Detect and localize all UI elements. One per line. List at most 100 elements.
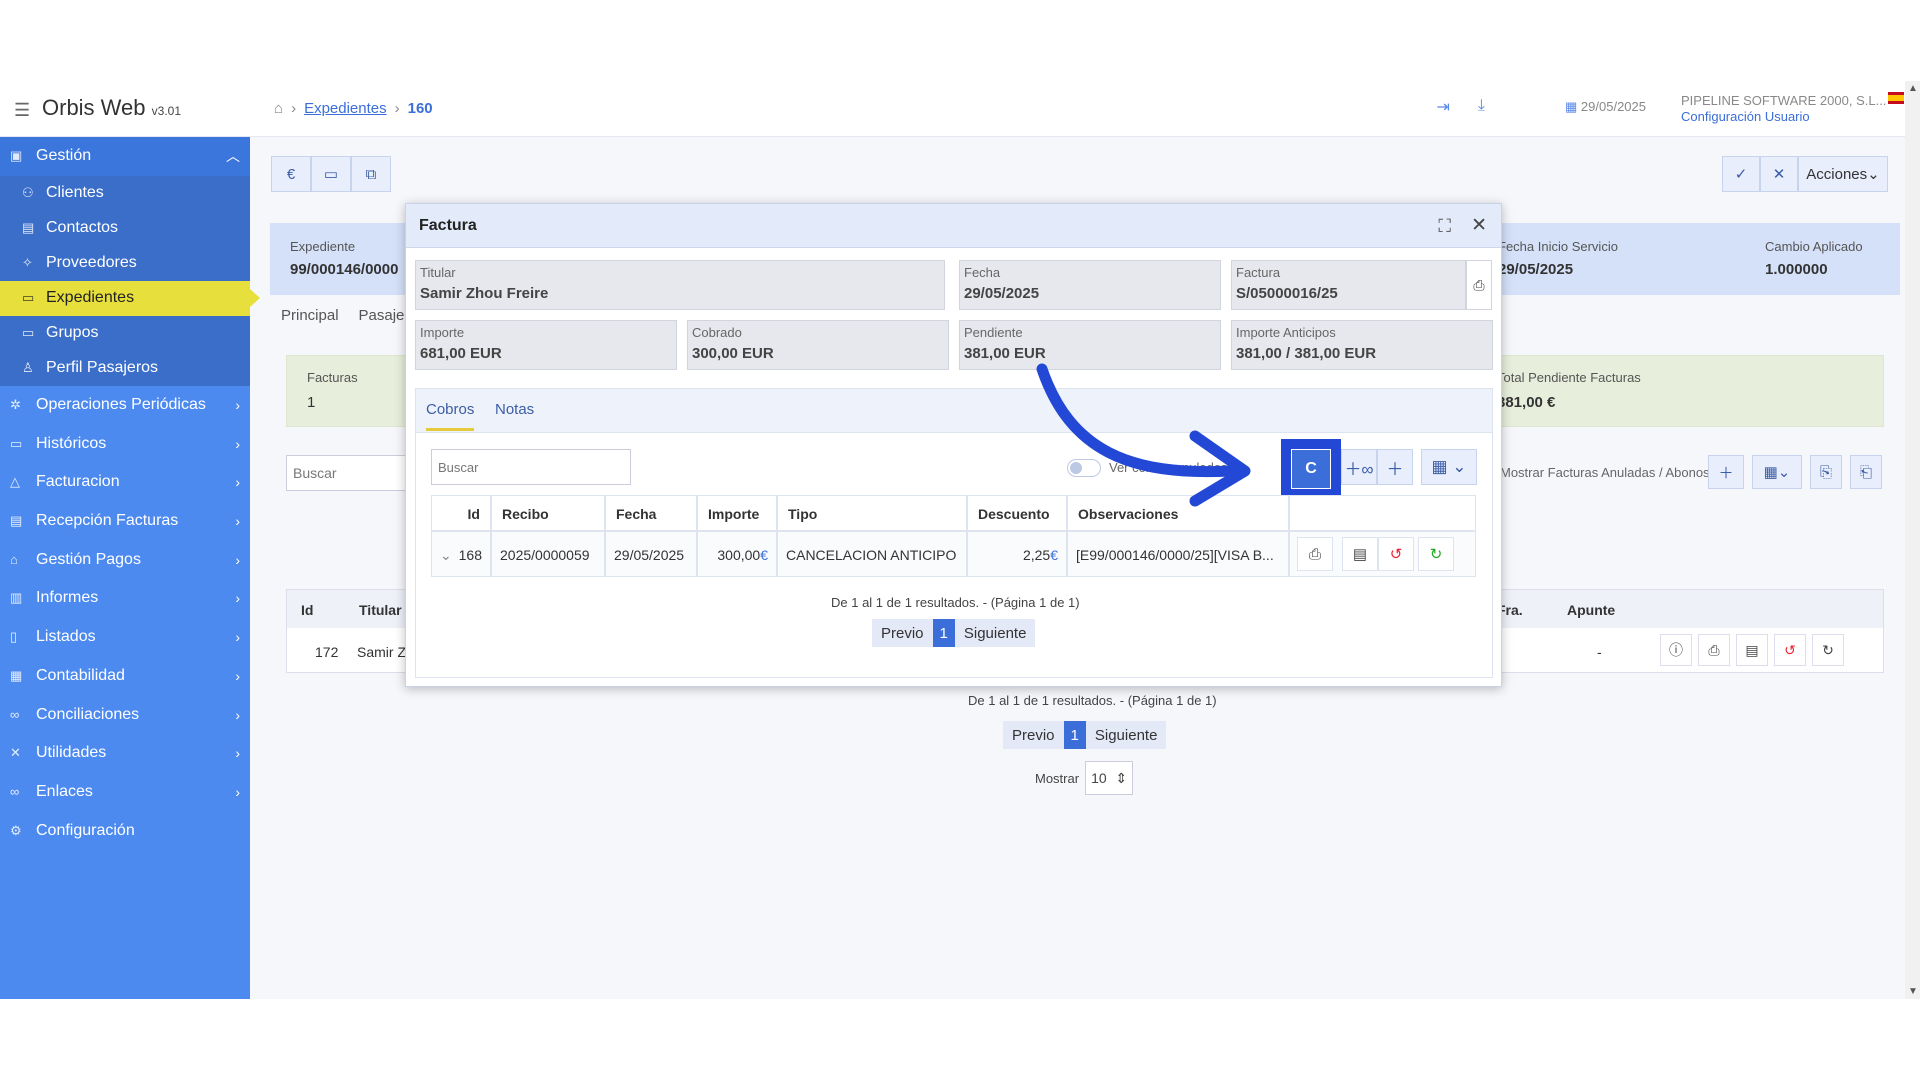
- redo-r-icon[interactable]: ↻: [1812, 634, 1844, 666]
- tab-cobros[interactable]: Cobros: [426, 401, 475, 431]
- sidebar-item-recepcion-facturas[interactable]: ▤ Recepción Facturas ›: [0, 502, 250, 541]
- sidebar-item-contactos[interactable]: ▤ Contactos: [0, 210, 250, 246]
- receipt-icon[interactable]: ▤: [1342, 537, 1378, 571]
- add-icon[interactable]: ＋: [1377, 449, 1413, 485]
- column-header-tipo[interactable]: Tipo: [777, 495, 967, 531]
- sidebar-item-configuracion[interactable]: ⚙ Configuración: [0, 811, 250, 850]
- cell-tipo: CANCELACION ANTICIPO: [777, 531, 967, 577]
- print-icon[interactable]: ⎙: [1297, 537, 1333, 571]
- anuladas-filter-label[interactable]: Mostrar Facturas Anuladas / Abonos: [1500, 465, 1710, 480]
- columns-dropdown-icon[interactable]: ▦ ⌄: [1421, 449, 1477, 485]
- bank-icon: ⌂: [10, 552, 18, 568]
- pendiente-field: Pendiente 381,00 EUR: [959, 320, 1221, 370]
- link-icon: ∞: [10, 707, 20, 723]
- tab-pasajeros[interactable]: Pasaje: [359, 307, 405, 324]
- column-header-titular[interactable]: Titular: [359, 602, 402, 618]
- page-size-control: Mostrar 10 ⇕: [1035, 761, 1134, 795]
- euro-icon[interactable]: €: [271, 156, 311, 192]
- home-icon[interactable]: ⌂: [274, 100, 283, 117]
- breadcrumb-expedientes[interactable]: Expedientes: [304, 100, 387, 117]
- chevron-right-icon: ›: [235, 513, 240, 530]
- tab-principal[interactable]: Principal: [281, 307, 339, 324]
- page-1-button[interactable]: 1: [932, 619, 955, 647]
- login-icon[interactable]: ⇥: [1437, 97, 1450, 117]
- sidebar-item-operaciones-periodicas[interactable]: ✲ Operaciones Periódicas ›: [0, 386, 250, 425]
- print-icon[interactable]: ⎙: [1466, 260, 1492, 310]
- print-icon[interactable]: ⎙: [1698, 634, 1730, 666]
- sidebar-item-gestion[interactable]: ▣ Gestión ︿: [0, 137, 250, 176]
- vertical-scrollbar[interactable]: ▲ ▼: [1905, 81, 1920, 999]
- user-config-link[interactable]: Configuración Usuario: [1681, 109, 1886, 125]
- sidebar-item-clientes[interactable]: ⚇ Clientes: [0, 175, 250, 211]
- add-link-icon[interactable]: ＋∞: [1341, 449, 1377, 485]
- sidebar-item-utilidades[interactable]: ✕ Utilidades ›: [0, 734, 250, 773]
- hamburger-menu-icon[interactable]: ☰: [14, 100, 30, 121]
- table-row-apunte: -: [1597, 644, 1602, 660]
- column-header-descuento[interactable]: Descuento: [967, 495, 1067, 531]
- sidebar-item-historicos[interactable]: ▭ Históricos ›: [0, 424, 250, 463]
- cobros-pager-summary: De 1 al 1 de 1 resultados. - (Página 1 d…: [831, 595, 1080, 610]
- spain-flag-icon[interactable]: [1888, 92, 1904, 104]
- add-icon[interactable]: ＋: [1708, 455, 1744, 489]
- excel-export-icon[interactable]: ⎘: [1810, 455, 1842, 489]
- refresh-lock-icon[interactable]: ↻: [1418, 537, 1454, 571]
- calculator-icon: ▦: [10, 667, 23, 683]
- sidebar-item-conciliaciones[interactable]: ∞ Conciliaciones ›: [0, 695, 250, 734]
- sidebar-item-listados[interactable]: ▯ Listados ›: [0, 618, 250, 657]
- expand-row-icon[interactable]: ⌄: [440, 547, 452, 564]
- facturas-pagination: Previo 1 Siguiente: [1003, 721, 1167, 749]
- sidebar-item-facturacion[interactable]: △ Facturacion ›: [0, 463, 250, 502]
- copy-icon[interactable]: ⧉: [351, 156, 391, 192]
- breadcrumb: ⌂ › Expedientes › 160: [274, 100, 433, 117]
- next-page-button[interactable]: Siguiente: [954, 619, 1036, 647]
- sidebar-item-informes[interactable]: ▥ Informes ›: [0, 579, 250, 618]
- form-actions: ✓ ✕ Acciones ⌄: [1722, 156, 1888, 192]
- column-header-id[interactable]: Id: [431, 495, 491, 531]
- download-icon[interactable]: ⤓: [1478, 97, 1485, 117]
- acciones-dropdown[interactable]: Acciones ⌄: [1798, 156, 1888, 192]
- scroll-down-icon[interactable]: ▼: [1908, 986, 1918, 997]
- page-size-select[interactable]: 10 ⇕: [1085, 761, 1134, 795]
- close-icon[interactable]: ✕: [1760, 156, 1798, 192]
- sidebar-item-proveedores[interactable]: ✧ Proveedores: [0, 245, 250, 281]
- breadcrumb-current: 160: [407, 100, 433, 117]
- columns-dropdown-icon[interactable]: ▦⌄: [1752, 455, 1802, 489]
- column-header-fecha[interactable]: Fecha: [605, 495, 697, 531]
- cobros-search-input[interactable]: Buscar: [431, 449, 631, 485]
- page-1-button[interactable]: 1: [1063, 721, 1086, 749]
- invoice-e-icon[interactable]: ▤: [1736, 634, 1768, 666]
- next-page-button[interactable]: Siguiente: [1085, 721, 1167, 749]
- cambio-value: 1.000000: [1765, 261, 1828, 278]
- chevron-right-icon: ›: [235, 474, 240, 491]
- previous-page-button[interactable]: Previo: [1003, 721, 1064, 749]
- sidebar-item-enlaces[interactable]: ∞ Enlaces ›: [0, 773, 250, 812]
- column-header-importe[interactable]: Importe: [697, 495, 777, 531]
- sidebar-item-expedientes[interactable]: ▭ Expedientes: [0, 280, 260, 316]
- company-info: PIPELINE SOFTWARE 2000, S.L... Configura…: [1681, 93, 1886, 125]
- table-row-id[interactable]: ⌄ 168: [431, 531, 491, 577]
- column-header-id[interactable]: Id: [301, 602, 313, 618]
- ver-anulados-toggle[interactable]: [1067, 459, 1101, 477]
- sidebar-item-grupos[interactable]: ▭ Grupos: [0, 315, 250, 351]
- folder-icon[interactable]: ▭: [311, 156, 351, 192]
- breadcrumb-separator-icon: ›: [291, 100, 297, 117]
- undo-icon[interactable]: ↺: [1774, 634, 1806, 666]
- maximize-icon[interactable]: ⛶: [1438, 216, 1451, 237]
- facturas-actions: ＋ ▦⌄ ⎘ ⎗: [1708, 455, 1882, 489]
- scroll-up-icon[interactable]: ▲: [1908, 83, 1918, 94]
- cell-observaciones: [E99/000146/0000/25][VISA B...: [1067, 531, 1289, 577]
- close-icon[interactable]: ✕: [1471, 214, 1487, 237]
- column-header-observaciones[interactable]: Observaciones: [1067, 495, 1289, 531]
- column-header-recibo[interactable]: Recibo: [491, 495, 605, 531]
- pdf-export-icon[interactable]: ⎗: [1850, 455, 1882, 489]
- sidebar-item-contabilidad[interactable]: ▦ Contabilidad ›: [0, 657, 250, 696]
- cobrar-c-button[interactable]: C: [1281, 439, 1341, 499]
- column-header-apunte[interactable]: Apunte: [1567, 602, 1615, 618]
- undo-icon[interactable]: ↺: [1378, 537, 1414, 571]
- info-icon[interactable]: ⓘ: [1660, 634, 1692, 666]
- sidebar-item-gestion-pagos[interactable]: ⌂ Gestión Pagos ›: [0, 540, 250, 579]
- sidebar-item-perfil-pasajeros[interactable]: ♙ Perfil Pasajeros: [0, 350, 250, 386]
- confirm-icon[interactable]: ✓: [1722, 156, 1760, 192]
- tab-notas[interactable]: Notas: [495, 401, 534, 418]
- previous-page-button[interactable]: Previo: [872, 619, 933, 647]
